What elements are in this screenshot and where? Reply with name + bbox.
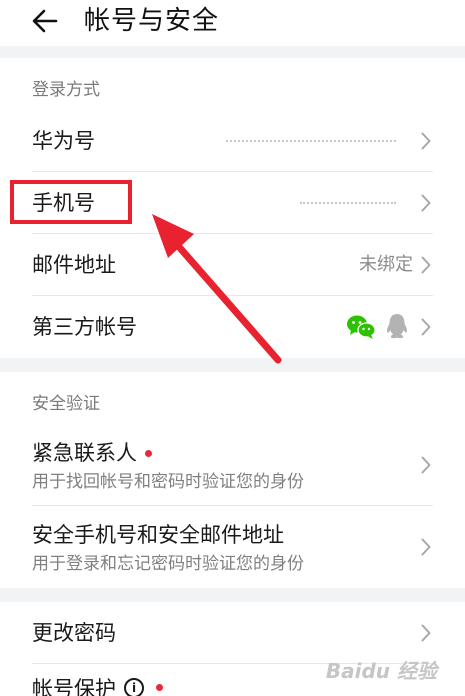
- row-label: 华为号: [32, 129, 95, 153]
- chevron-right-icon: [421, 194, 431, 212]
- chevron-right-icon: [421, 624, 431, 642]
- section-title-verification: 安全验证: [32, 394, 100, 414]
- page-title: 帐号与安全: [84, 6, 220, 36]
- chevron-right-icon: [421, 318, 431, 336]
- wechat-icon: [347, 315, 376, 339]
- highlight-box: [10, 180, 132, 224]
- row-label: 安全手机号和安全邮件地址: [32, 523, 284, 547]
- row-subtitle: 用于找回帐号和密码时验证您的身份: [32, 472, 304, 492]
- account-security-screen: 帐号与安全 登录方式 华为号 手机号 邮件地址 未绑定 第三方帐号 安全验证 紧…: [0, 0, 465, 696]
- row-label: 第三方帐号: [32, 315, 137, 339]
- back-button[interactable]: [30, 6, 64, 36]
- notification-dot: [145, 450, 152, 457]
- qq-icon: [387, 314, 407, 339]
- notification-dot: [156, 684, 163, 691]
- row-label: 邮件地址: [32, 253, 116, 277]
- row-security-phone-email[interactable]: 安全手机号和安全邮件地址 用于登录和忘记密码时验证您的身份: [0, 506, 465, 588]
- section-title-login: 登录方式: [32, 80, 100, 100]
- back-arrow-icon: [32, 9, 58, 33]
- row-label: 紧急联系人: [32, 441, 137, 465]
- annotation-arrow-icon: [152, 214, 282, 364]
- row-label: 更改密码: [32, 621, 116, 645]
- security-verification-card: 安全验证 紧急联系人 用于找回帐号和密码时验证您的身份 安全手机号和安全邮件地址…: [0, 372, 465, 588]
- row-huawei-id[interactable]: 华为号: [0, 110, 465, 172]
- chevron-right-icon: [421, 538, 431, 556]
- row-emergency-contact[interactable]: 紧急联系人 用于找回帐号和密码时验证您的身份: [0, 424, 465, 506]
- watermark: Baidu 经验: [325, 659, 437, 683]
- row-subtitle: 用于登录和忘记密码时验证您的身份: [32, 554, 304, 574]
- chevron-right-icon: [421, 456, 431, 474]
- email-status-value: 未绑定: [359, 254, 413, 275]
- chevron-right-icon: [421, 132, 431, 150]
- masked-value: [300, 202, 396, 206]
- masked-value: [226, 140, 396, 144]
- chevron-right-icon: [421, 256, 431, 274]
- info-icon[interactable]: i: [124, 678, 144, 696]
- row-label: 帐号保护: [32, 677, 116, 696]
- header: 帐号与安全: [0, 0, 465, 46]
